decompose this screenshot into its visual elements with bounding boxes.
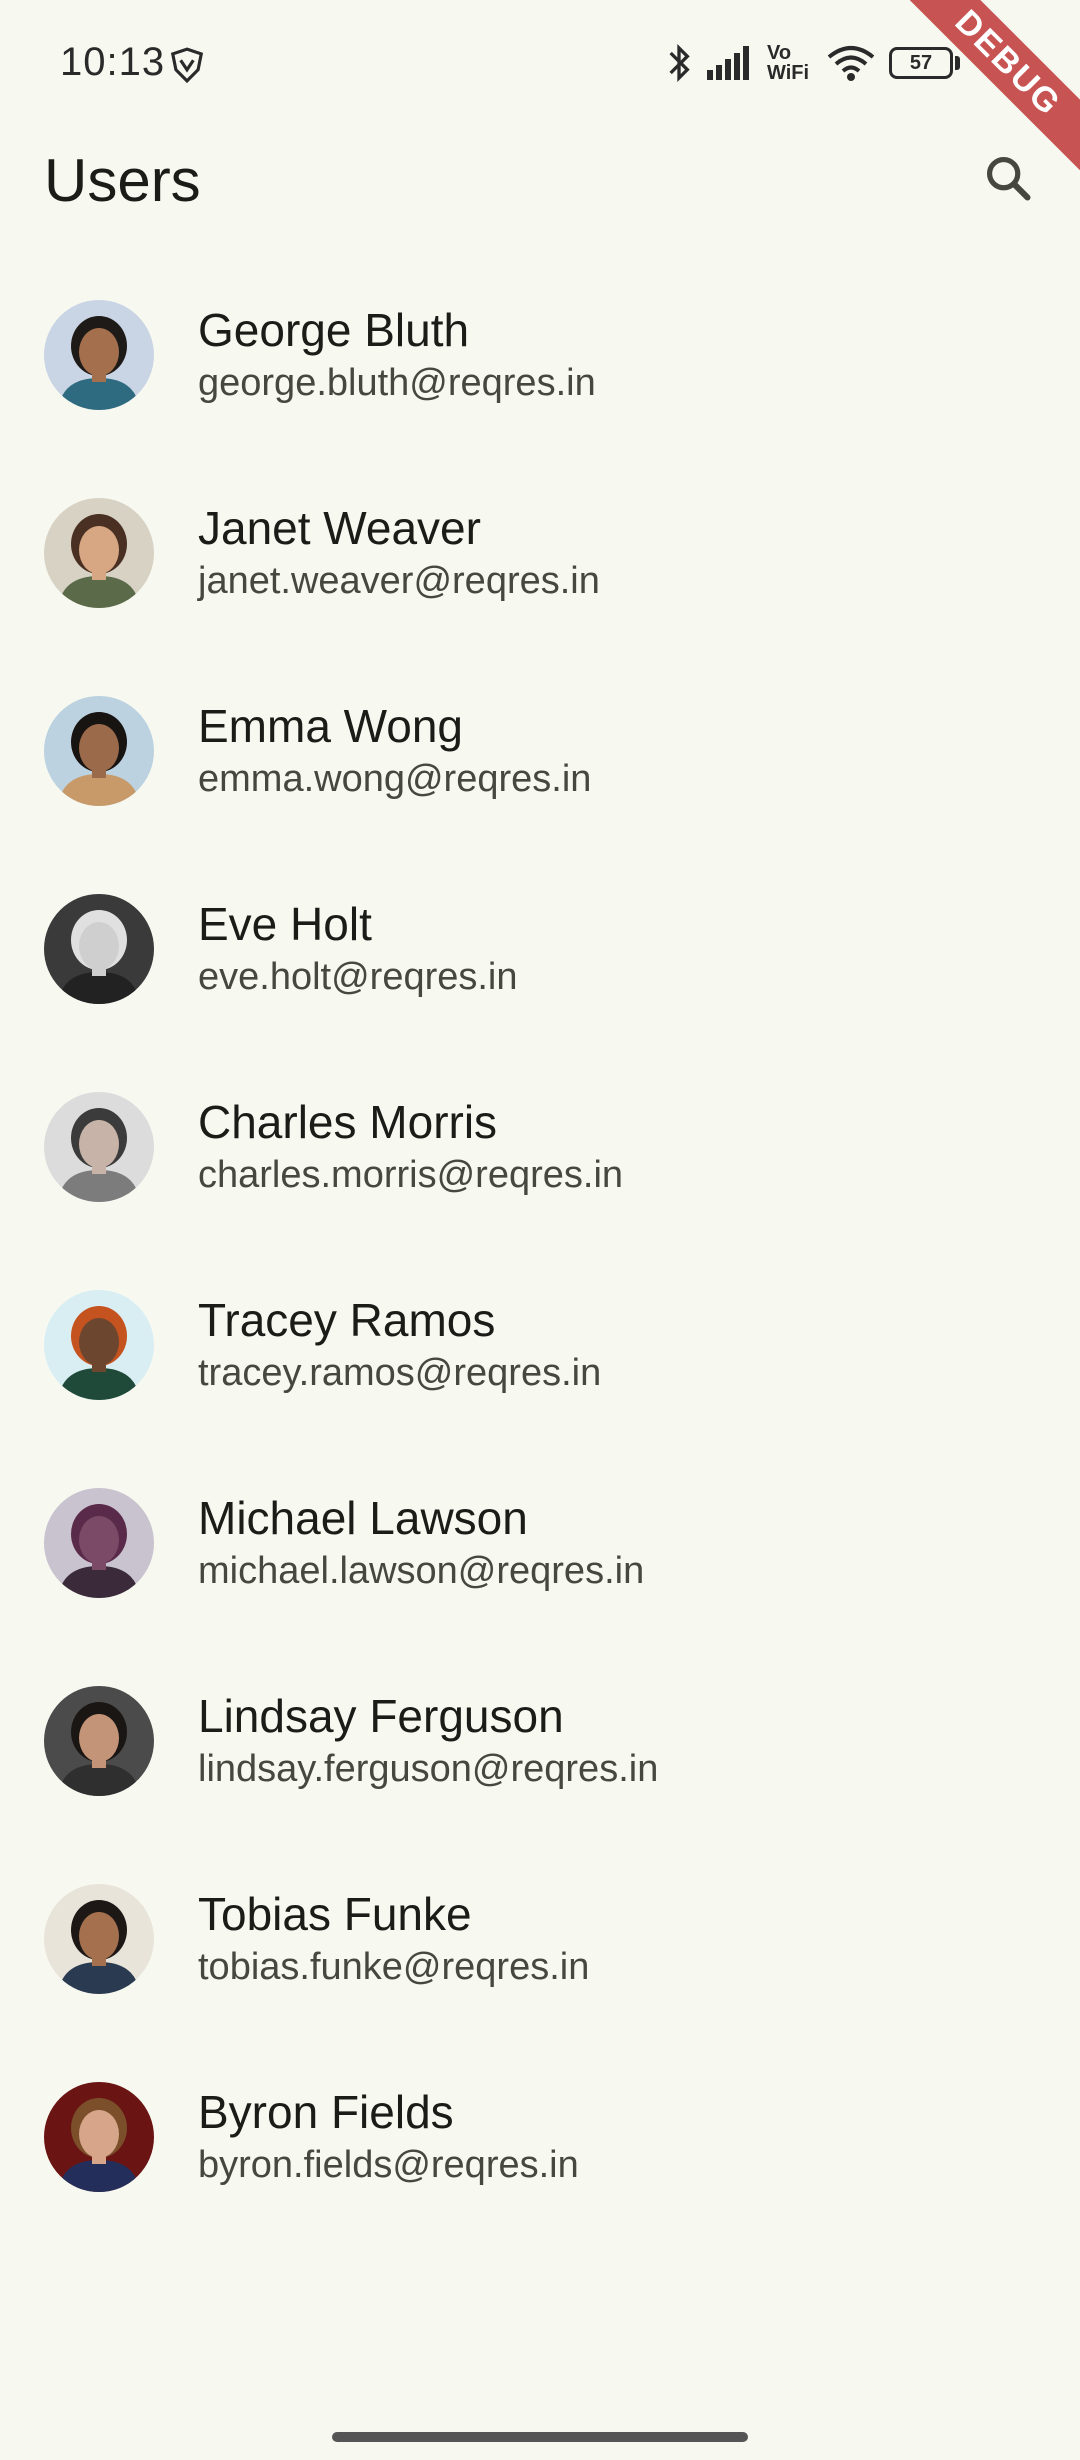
user-text: Eve Holt eve.holt@reqres.in (198, 896, 518, 1002)
user-email: lindsay.ferguson@reqres.in (198, 1748, 659, 1790)
user-text: Lindsay Ferguson lindsay.ferguson@reqres.… (198, 1688, 658, 1794)
avatar (44, 1488, 154, 1598)
user-list-item[interactable]: Charles Morris charles.morris@reqres.in (0, 1056, 1080, 1254)
user-email: byron.fields@reqres.in (198, 2144, 579, 2186)
gesture-navigation-bar[interactable] (332, 2432, 748, 2442)
avatar (44, 2082, 154, 2192)
cellular-signal-icon (707, 46, 753, 80)
user-email: tracey.ramos@reqres.in (198, 1352, 602, 1394)
user-text: Emma Wong emma.wong@reqres.in (198, 698, 591, 804)
user-list-item[interactable]: Eve Holt eve.holt@reqres.in (0, 858, 1080, 1056)
user-text: Janet Weaver janet.weaver@reqres.in (198, 500, 600, 606)
battery-icon: 57 (889, 47, 953, 79)
user-name: Eve Holt (198, 898, 372, 950)
user-text: Michael Lawson michael.lawson@reqres.in (198, 1490, 644, 1596)
status-time: 10:13 (60, 40, 166, 84)
bluetooth-icon (665, 43, 693, 83)
app-bar: Users (0, 130, 1080, 230)
status-icons: Vo WiFi 57 (665, 38, 960, 88)
user-name: Tracey Ramos (198, 1294, 496, 1346)
vpn-shield-icon (168, 46, 206, 84)
battery-level: 57 (909, 51, 933, 74)
battery-cap (955, 56, 960, 70)
user-email: janet.weaver@reqres.in (198, 560, 600, 602)
user-name: Michael Lawson (198, 1492, 528, 1544)
user-list-item[interactable]: Michael Lawson michael.lawson@reqres.in (0, 1452, 1080, 1650)
user-email: eve.holt@reqres.in (198, 956, 518, 998)
user-email: tobias.funke@reqres.in (198, 1946, 590, 1988)
user-list: George Bluth george.bluth@reqres.in Janet … (0, 264, 1080, 2244)
avatar (44, 1884, 154, 1994)
avatar (44, 498, 154, 608)
avatar (44, 1290, 154, 1400)
avatar (44, 894, 154, 1004)
search-button[interactable] (972, 144, 1044, 216)
vowifi-label: Vo WiFi (767, 42, 810, 84)
user-list-item[interactable]: Byron Fields byron.fields@reqres.in (0, 2046, 1080, 2244)
user-list-item[interactable]: Emma Wong emma.wong@reqres.in (0, 660, 1080, 858)
user-text: Tracey Ramos tracey.ramos@reqres.in (198, 1292, 601, 1398)
avatar (44, 300, 154, 410)
user-name: George Bluth (198, 304, 470, 356)
user-list-item[interactable]: Tracey Ramos tracey.ramos@reqres.in (0, 1254, 1080, 1452)
user-name: Byron Fields (198, 2086, 454, 2138)
user-name: Charles Morris (198, 1096, 498, 1148)
user-name: Tobias Funke (198, 1888, 472, 1940)
user-list-item[interactable]: Janet Weaver janet.weaver@reqres.in (0, 462, 1080, 660)
user-name: Lindsay Ferguson (198, 1690, 564, 1742)
user-text: Charles Morris charles.morris@reqres.in (198, 1094, 623, 1200)
status-bar: 10:13 Vo WiFi 57 (0, 0, 1080, 130)
page-title: Users (44, 147, 201, 214)
user-text: George Bluth george.bluth@reqres.in (198, 302, 596, 408)
user-name: Janet Weaver (198, 502, 481, 554)
user-name: Emma Wong (198, 700, 464, 752)
avatar (44, 696, 154, 806)
user-list-item[interactable]: Lindsay Ferguson lindsay.ferguson@reqres.… (0, 1650, 1080, 1848)
avatar (44, 1092, 154, 1202)
avatar (44, 1686, 154, 1796)
user-list-item[interactable]: Tobias Funke tobias.funke@reqres.in (0, 1848, 1080, 2046)
search-icon (982, 152, 1034, 209)
user-text: Byron Fields byron.fields@reqres.in (198, 2084, 579, 2190)
user-email: charles.morris@reqres.in (198, 1154, 624, 1196)
user-email: emma.wong@reqres.in (198, 758, 592, 800)
wifi-icon (827, 45, 875, 81)
user-list-item[interactable]: George Bluth george.bluth@reqres.in (0, 264, 1080, 462)
user-email: michael.lawson@reqres.in (198, 1550, 645, 1592)
user-text: Tobias Funke tobias.funke@reqres.in (198, 1886, 589, 1992)
user-email: george.bluth@reqres.in (198, 362, 596, 404)
battery-indicator: 57 (889, 47, 960, 79)
screen: 10:13 Vo WiFi 57 DEBUG Users George Blut… (0, 0, 1080, 2460)
